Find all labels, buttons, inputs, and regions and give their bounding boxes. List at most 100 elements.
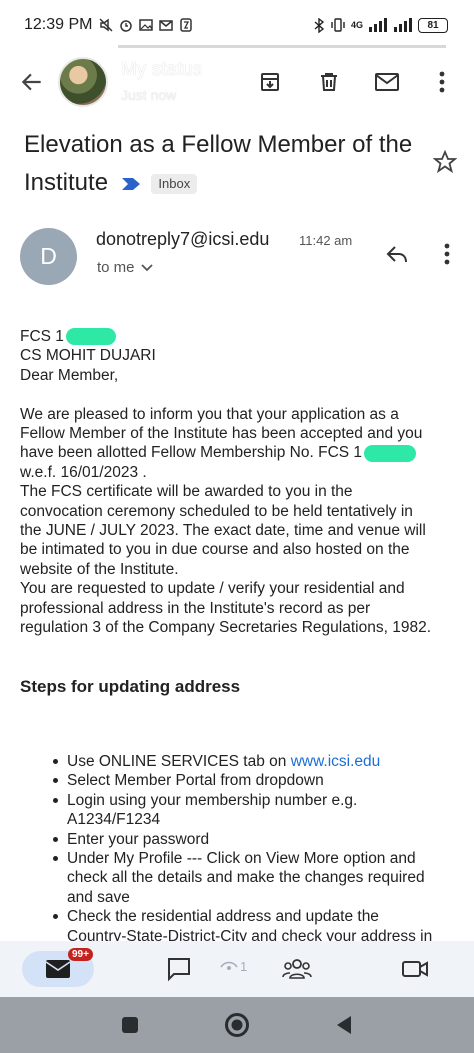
redaction-mark	[65, 328, 116, 346]
square-icon	[122, 1017, 138, 1033]
redaction-mark	[364, 444, 417, 462]
step-text: Under My Profile --- Click on View More …	[67, 850, 416, 868]
status-right: 4G 81	[313, 17, 448, 33]
step-text: A1234/F1234	[67, 811, 161, 829]
star-icon	[433, 150, 457, 174]
membership-text: have been allotted Fellow Membership No.…	[20, 444, 363, 462]
member-name: CS MOHIT DUJARI	[20, 347, 156, 365]
body-line: You are requested to update / verify you…	[20, 580, 405, 598]
body-line: convocation ceremony scheduled to be hel…	[20, 502, 413, 520]
fcs-number-prefix: FCS 1	[20, 328, 64, 345]
sender-email[interactable]: donotreply7@icsi.edu	[96, 229, 269, 250]
more-vert-icon	[439, 71, 445, 93]
nav-meet-tab[interactable]	[398, 951, 432, 987]
step-text: check all the details and make the chang…	[67, 869, 425, 887]
people-icon	[282, 959, 312, 979]
body-line: regulation 3 of the Company Secretaries …	[20, 619, 431, 637]
step-text: Login using your membership number e.g.	[67, 791, 358, 809]
nav-chat-tab[interactable]	[162, 951, 196, 987]
list-item: Use ONLINE SERVICES tab on www.icsi.edu	[20, 752, 460, 771]
nav-spaces-tab[interactable]	[279, 951, 315, 987]
nav-mail-tab[interactable]: 99+	[22, 948, 94, 987]
icsi-link[interactable]: www.icsi.edu	[291, 753, 381, 770]
camera-indicator: 1	[220, 959, 247, 974]
step-text: Select Member Portal from dropdown	[67, 772, 324, 790]
chevron-down-icon	[140, 263, 153, 271]
overflow-menu-button[interactable]	[426, 66, 458, 98]
body-line: Fellow Member of the Institute has been …	[20, 425, 423, 443]
battery-icon: 81	[418, 17, 448, 33]
step-text: Check the residential address and update…	[67, 908, 379, 926]
status-left: 12:39 PM	[24, 16, 194, 34]
recipient-details-toggle[interactable]: to me	[97, 259, 153, 276]
network-type: 4G	[350, 20, 363, 30]
mark-unread-button[interactable]	[371, 66, 403, 98]
top-app-bar: My status Just now	[0, 50, 474, 114]
status-bar: 12:39 PM 4G 81	[0, 0, 474, 50]
body-line: website of the Institute.	[20, 560, 179, 578]
body-line: We are pleased to inform you that your a…	[20, 405, 399, 423]
back-button[interactable]	[16, 66, 48, 98]
gmail-notification-icon	[159, 20, 174, 31]
system-navigation-bar	[0, 997, 474, 1053]
step-text: and save	[67, 888, 130, 906]
bluetooth-icon	[314, 17, 325, 33]
list-item: Enter your password	[20, 830, 460, 849]
body-line: professional address in the Institute's …	[20, 599, 371, 617]
camera-count: 1	[240, 959, 248, 974]
back-arrow-icon	[21, 73, 41, 91]
archive-button[interactable]	[254, 66, 286, 98]
notification-icons	[98, 17, 194, 33]
star-button[interactable]	[430, 147, 460, 177]
steps-list: Use ONLINE SERVICES tab on www.icsi.edu …	[20, 752, 460, 946]
list-item: Select Member Portal from dropdown	[20, 771, 460, 790]
fcs-line: FCS 1	[20, 327, 466, 346]
body-line: the JUNE / JULY 2023. The exact date, ti…	[20, 522, 426, 540]
vibrate-icon	[331, 18, 345, 32]
recents-button[interactable]	[116, 1011, 144, 1039]
circle-icon	[225, 1013, 249, 1037]
status-avatar[interactable]	[58, 57, 108, 107]
steps-heading: Steps for updating address	[20, 677, 241, 696]
email-subject: Elevation as a Fellow Member of the Inst…	[24, 126, 424, 202]
triangle-back-icon	[337, 1016, 351, 1034]
greeting: Dear Member,	[20, 366, 119, 384]
step-text: Use ONLINE SERVICES tab on	[67, 753, 291, 770]
reply-button[interactable]	[381, 238, 413, 270]
recipient-text: to me	[97, 259, 135, 276]
signal-icon	[369, 18, 387, 32]
bottom-navigation: 99+ 1	[0, 941, 474, 997]
mail-icon	[375, 73, 399, 91]
home-button[interactable]	[223, 1011, 251, 1039]
unread-badge: 99+	[68, 948, 93, 961]
app-notification-icon	[180, 18, 193, 32]
trash-icon	[321, 73, 337, 91]
image-icon	[139, 19, 154, 31]
eye-icon	[220, 961, 238, 970]
more-vert-icon	[444, 243, 450, 265]
back-nav-button[interactable]	[330, 1011, 358, 1039]
subject-text: Elevation as a Fellow Member of the Inst…	[24, 131, 413, 196]
sender-avatar[interactable]: D	[20, 228, 77, 285]
status-time: 12:39 PM	[24, 16, 93, 33]
step-text: Enter your password	[67, 830, 210, 848]
mail-icon	[45, 960, 71, 978]
body-line: The FCS certificate will be awarded to y…	[20, 483, 353, 501]
email-body: FCS 1 CS MOHIT DUJARI Dear Member, We ar…	[20, 327, 466, 637]
inbox-label-chip[interactable]: Inbox	[151, 173, 198, 194]
list-item: Login using your membership number e.g. A…	[20, 791, 460, 830]
important-marker-icon[interactable]	[121, 177, 141, 191]
message-overflow-button[interactable]	[434, 238, 460, 270]
mute-icon	[99, 18, 114, 32]
status-subtitle: Just now	[121, 87, 177, 103]
signal-icon-2	[394, 18, 412, 32]
delete-button[interactable]	[313, 66, 345, 98]
list-item: Under My Profile --- Click on View More …	[20, 849, 460, 907]
video-camera-icon	[402, 961, 428, 977]
email-time: 11:42 am	[299, 233, 353, 248]
chat-icon	[168, 958, 190, 982]
archive-icon	[261, 73, 279, 91]
status-title: My status	[121, 59, 203, 80]
body-line: have been allotted Fellow Membership No.…	[20, 443, 466, 462]
alarm-icon	[120, 20, 133, 32]
